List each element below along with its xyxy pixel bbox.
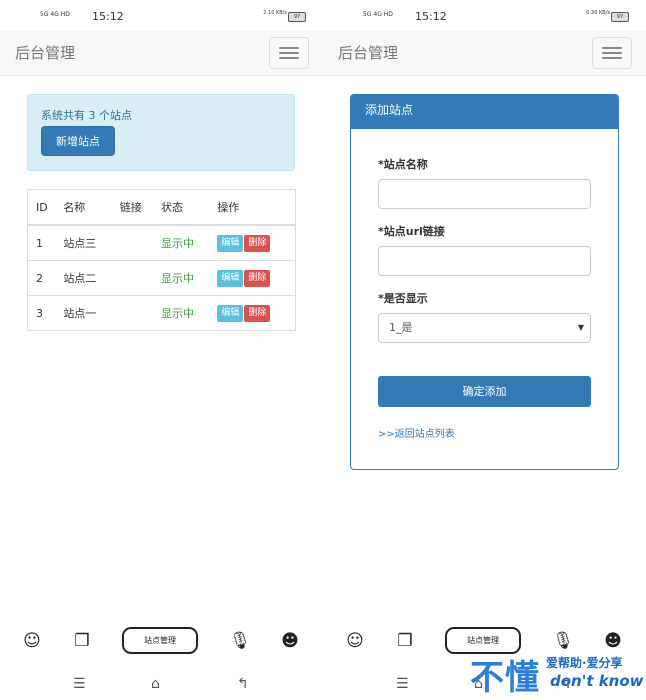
cell-id: 2 (27, 260, 56, 296)
add-site-form-panel: 添加站点 *站点名称 *站点url链接 *是否显示 1_是 ▼ 确定添加 >>返… (350, 94, 619, 470)
delete-button[interactable]: 删除 (244, 269, 271, 287)
cell-id: 3 (27, 295, 56, 331)
panel-heading: 添加站点 (351, 95, 618, 129)
watermark-main-text: 不懂 (470, 658, 540, 698)
add-site-button[interactable]: 新增站点 (41, 126, 115, 156)
cell-name: 站点一 (55, 295, 112, 331)
navbar: 后台管理 (323, 31, 646, 76)
watermark-logo: 不懂 爱帮助·爱分享 don't know (466, 640, 644, 698)
status-bar: 5G 4G HD 15:12 0.30 KB/s 97 (323, 0, 646, 31)
edit-button[interactable]: 编辑 (217, 269, 244, 287)
assistant-icon[interactable]: ☻ (279, 630, 301, 652)
table-row: 2 站点二 显示中 编辑 删除 (27, 260, 296, 296)
network-speed: 2.10 KB/s (263, 10, 287, 16)
home-face-icon[interactable]: ☺ (344, 630, 366, 652)
delete-button[interactable]: 删除 (244, 304, 271, 322)
watermark-english: don't know (550, 672, 644, 690)
status-time: 15:12 (415, 10, 447, 23)
add-site-screen: 5G 4G HD 15:12 0.30 KB/s 97 后台管理 添加站点 *站… (323, 0, 646, 700)
menu-icon[interactable]: ☰ (396, 676, 409, 692)
status-time: 15:12 (92, 10, 124, 23)
edit-button[interactable]: 编辑 (217, 304, 244, 322)
show-flag-select[interactable]: 1_是 ▼ (378, 313, 591, 343)
home-icon[interactable]: ⌂ (151, 676, 160, 692)
navbar-brand[interactable]: 后台管理 (338, 42, 398, 63)
cell-actions: 编辑 删除 (209, 295, 296, 331)
column-header-link: 链接 (111, 189, 153, 226)
site-table: ID 名称 链接 状态 操作 1 站点三 显示中 编辑 删除 2 站点二 显示中 … (27, 189, 296, 331)
status-bar: 5G 4G HD 15:12 2.10 KB/s 97 (0, 0, 323, 31)
back-icon[interactable]: ↰ (237, 676, 249, 692)
navbar: 后台管理 (0, 31, 323, 76)
table-header-row: ID 名称 链接 状态 操作 (27, 189, 296, 226)
hamburger-icon (279, 47, 299, 49)
table-row: 1 站点三 显示中 编辑 删除 (27, 224, 296, 261)
submit-button[interactable]: 确定添加 (378, 376, 591, 407)
cell-name: 站点三 (55, 224, 112, 261)
site-name-input[interactable] (378, 179, 591, 209)
site-count-text: 系统共有 3 个站点 (41, 109, 132, 122)
cell-status: 显示中 (153, 260, 210, 296)
show-flag-selected: 1_是 (389, 321, 413, 334)
cell-status: 显示中 (153, 224, 210, 261)
cell-actions: 编辑 删除 (209, 224, 296, 261)
column-header-status: 状态 (153, 189, 210, 226)
signal-indicator: 5G 4G HD (363, 11, 393, 18)
cell-link (111, 224, 153, 261)
site-name-label: *站点名称 (378, 158, 428, 171)
column-header-id: ID (27, 189, 56, 226)
cell-status: 显示中 (153, 295, 210, 331)
cell-link (111, 260, 153, 296)
menu-toggle-button[interactable] (269, 37, 309, 69)
battery-icon: 97 (611, 12, 629, 22)
site-url-input[interactable] (378, 246, 591, 276)
tabs-icon[interactable]: ❐ (71, 630, 93, 652)
menu-toggle-button[interactable] (592, 37, 632, 69)
hamburger-icon (602, 47, 622, 49)
tabs-icon[interactable]: ❐ (394, 630, 416, 652)
dropdown-arrow-icon: ▼ (577, 323, 584, 332)
system-navigation: ☰ ⌂ ↰ (0, 672, 323, 700)
watermark-slogan: 爱帮助·爱分享 (546, 656, 623, 670)
column-header-actions: 操作 (209, 189, 296, 226)
delete-button[interactable]: 删除 (244, 234, 271, 252)
edit-button[interactable]: 编辑 (217, 234, 244, 252)
current-page-pill[interactable]: 站点管理 (122, 627, 198, 654)
site-count-alert: 系统共有 3 个站点 新增站点 (27, 94, 295, 171)
site-list-screen: 5G 4G HD 15:12 2.10 KB/s 97 后台管理 系统共有 3 … (0, 0, 323, 700)
cell-actions: 编辑 删除 (209, 260, 296, 296)
hamburger-icon (279, 57, 299, 59)
column-header-name: 名称 (55, 189, 112, 226)
network-speed: 0.30 KB/s (586, 10, 610, 16)
cell-name: 站点二 (55, 260, 112, 296)
signal-indicator: 5G 4G HD (40, 11, 70, 18)
hamburger-icon (602, 52, 622, 54)
back-to-list-link[interactable]: >>返回站点列表 (378, 425, 455, 440)
cell-id: 1 (27, 224, 56, 261)
hamburger-icon (279, 52, 299, 54)
show-flag-label: *是否显示 (378, 292, 428, 305)
microphone-icon[interactable]: 🎙 (229, 630, 251, 652)
site-url-label: *站点url链接 (378, 225, 445, 238)
home-face-icon[interactable]: ☺ (21, 630, 43, 652)
battery-icon: 97 (288, 12, 306, 22)
navbar-brand[interactable]: 后台管理 (15, 42, 75, 63)
menu-icon[interactable]: ☰ (73, 676, 86, 692)
table-row: 3 站点一 显示中 编辑 删除 (27, 295, 296, 331)
app-dock: ☺ ❐ 站点管理 🎙 ☻ (0, 625, 323, 657)
cell-link (111, 295, 153, 331)
hamburger-icon (602, 57, 622, 59)
